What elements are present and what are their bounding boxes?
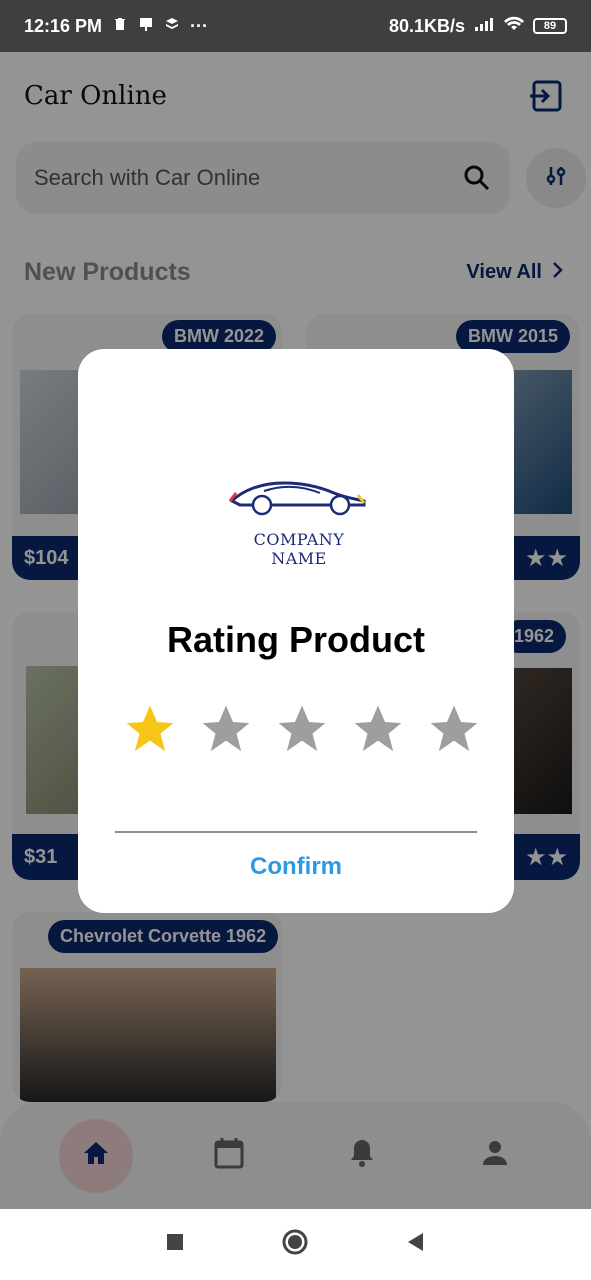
- confirm-button[interactable]: Confirm: [78, 853, 514, 881]
- wifi-icon: [503, 16, 525, 37]
- net-speed: 80.1KB/s: [388, 15, 465, 36]
- signal-icon: [473, 16, 495, 37]
- system-navigation-bar: [0, 1209, 591, 1280]
- dialog-divider: [115, 831, 477, 833]
- trash-icon: [112, 16, 128, 37]
- home-button-icon[interactable]: [281, 1228, 309, 1261]
- board-icon: [138, 16, 154, 37]
- company-name: COMPANY NAME: [253, 530, 345, 568]
- status-bar: 12:16 PM ··· 80.1KB/s 89: [0, 0, 591, 52]
- star-icon[interactable]: [350, 701, 406, 757]
- recents-icon[interactable]: [165, 1232, 185, 1257]
- star-icon[interactable]: [426, 701, 482, 757]
- star-icon[interactable]: [122, 701, 178, 757]
- star-icon[interactable]: [274, 701, 330, 757]
- dialog-title: Rating Product: [167, 619, 425, 660]
- more-notifications: ···: [190, 15, 209, 36]
- battery-icon: 89: [533, 18, 567, 34]
- star-icon[interactable]: [198, 701, 254, 757]
- rating-dialog: COMPANY NAME Rating Product Confirm: [78, 349, 514, 913]
- back-icon[interactable]: [405, 1231, 427, 1258]
- status-time: 12:16 PM: [24, 15, 103, 36]
- company-logo: COMPANY NAME: [224, 463, 374, 568]
- rating-stars: [122, 701, 482, 757]
- layers-icon: [164, 16, 180, 37]
